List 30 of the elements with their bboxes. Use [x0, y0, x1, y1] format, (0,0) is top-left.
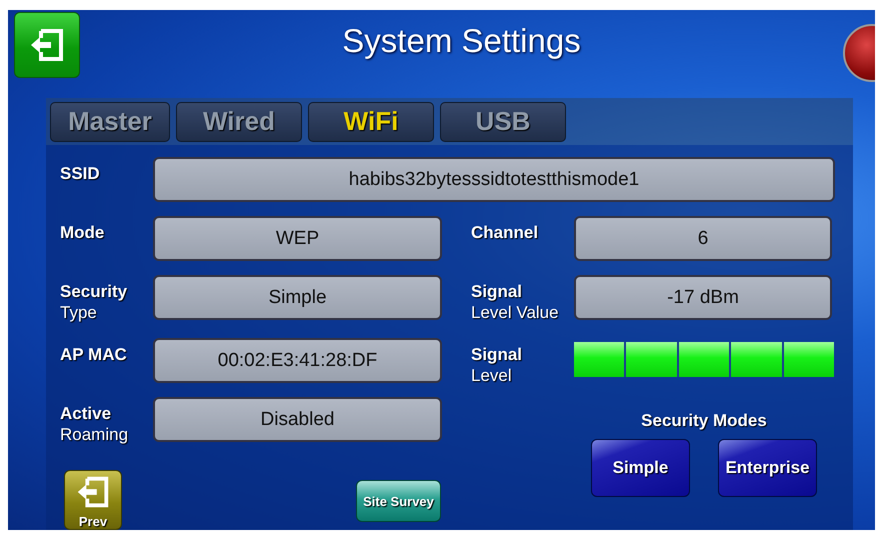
field-label: Active [60, 404, 112, 424]
site-survey-button[interactable]: Site Survey [356, 480, 441, 522]
value-field: WEP [153, 216, 442, 261]
exit-button[interactable] [14, 12, 80, 78]
value-field: habibs32bytesssidtotestthismode1 [153, 157, 835, 202]
tab[interactable]: USB [440, 102, 566, 142]
field-sublabel: Level [471, 365, 513, 387]
tab[interactable]: WiFi [308, 102, 434, 142]
value-field: Disabled [153, 397, 442, 442]
field-label: AP MAC [60, 345, 128, 365]
field-label: Signal [471, 345, 524, 365]
value-field: 00:02:E3:41:28:DF [153, 338, 442, 383]
value-field: -17 dBm [574, 275, 832, 320]
field-label: Signal [471, 282, 524, 302]
tab[interactable]: Master [50, 102, 170, 142]
prev-button[interactable]: Prev [64, 470, 122, 530]
mode-button[interactable]: Simple [591, 439, 690, 497]
field-sublabel: Roaming [60, 424, 130, 446]
field-label: Mode [60, 223, 106, 243]
mode-button[interactable]: Enterprise [718, 439, 817, 497]
value-field: 6 [574, 216, 832, 261]
field-label: Channel [471, 223, 540, 243]
page-title: System Settings [342, 22, 581, 60]
field-label: Security [60, 282, 128, 302]
value-field: Simple [153, 275, 442, 320]
section-title: Security Modes [641, 411, 767, 431]
field-label: SSID [60, 164, 101, 184]
tab[interactable]: Wired [176, 102, 302, 142]
field-sublabel: Type [60, 302, 98, 324]
field-sublabel: Level Value [471, 302, 560, 324]
